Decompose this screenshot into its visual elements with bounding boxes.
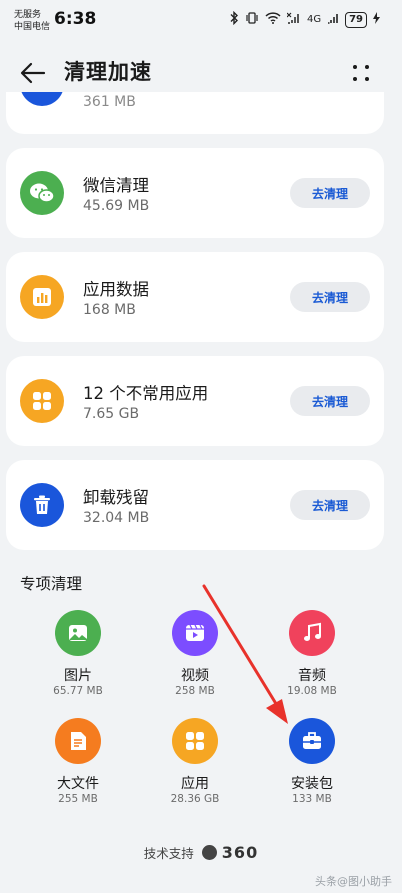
vibrate-icon: [245, 12, 259, 27]
signal-icon: [327, 12, 339, 27]
back-arrow-icon: [18, 62, 48, 92]
partial-card[interactable]: 361 MB: [6, 92, 384, 134]
card-name: 12 个不常用应用: [83, 384, 209, 403]
card-size: 7.65 GB: [83, 406, 140, 422]
status-icons: 4G 79: [229, 10, 380, 28]
special-item-name: 视频: [181, 668, 209, 684]
more-options-button[interactable]: [350, 62, 372, 84]
carrier-info: 无服务 中国电信: [14, 9, 50, 33]
section-title-special: 专项清理: [20, 575, 83, 593]
no-signal-icon: [286, 12, 301, 27]
status-time: 6:38: [54, 9, 97, 29]
clean-button[interactable]: 去清理: [290, 386, 370, 416]
card-uninstall-residue: 卸载残留 32.04 MB 去清理: [6, 460, 384, 550]
bluetooth-icon: [229, 10, 239, 28]
wifi-icon: [265, 12, 281, 27]
trash-icon: [20, 483, 64, 527]
status-bar: 无服务 中国电信 6:38 4G 79: [0, 0, 402, 42]
video-icon: [172, 610, 218, 656]
apps-grid-icon: [20, 379, 64, 423]
carrier-line-2: 中国电信: [14, 22, 51, 32]
360-ball-icon: [201, 845, 217, 860]
card-size: 32.04 MB: [83, 510, 150, 526]
card-size: 45.69 MB: [83, 198, 150, 214]
music-icon: [289, 610, 335, 656]
page-title: 清理加速: [64, 60, 152, 84]
special-item-name: 图片: [64, 668, 92, 684]
special-item-audio[interactable]: 音频 19.08 MB: [262, 610, 362, 705]
special-item-size: 258 MB: [175, 685, 215, 697]
special-item-name: 安装包: [291, 776, 333, 792]
wechat-icon: [20, 171, 64, 215]
special-item-size: 133 MB: [292, 793, 332, 805]
footer-label: 技术支持: [143, 846, 194, 861]
document-icon: [55, 718, 101, 764]
card-wechat-clean: 微信清理 45.69 MB 去清理: [6, 148, 384, 238]
card-name: 卸载残留: [83, 488, 149, 507]
package-icon: [289, 718, 335, 764]
card-app-data: 应用数据 168 MB 去清理: [6, 252, 384, 342]
carrier-line-1: 无服务: [14, 10, 42, 20]
clean-button[interactable]: 去清理: [290, 282, 370, 312]
special-item-name: 大文件: [57, 776, 99, 792]
watermark: 头条@图小助手: [315, 875, 392, 888]
special-item-size: 28.36 GB: [170, 793, 220, 805]
brand-360-logo: 360: [201, 843, 259, 862]
footer-support: 技术支持 360: [0, 843, 402, 862]
special-item-apps[interactable]: 应用 28.36 GB: [145, 718, 245, 813]
card-name: 应用数据: [83, 280, 149, 299]
special-item-size: 255 MB: [58, 793, 98, 805]
network-type: 4G: [306, 14, 322, 25]
special-item-packages[interactable]: 安装包 133 MB: [262, 718, 362, 813]
card-name: 微信清理: [83, 176, 149, 195]
special-item-images[interactable]: 图片 65.77 MB: [28, 610, 128, 705]
special-item-large-files[interactable]: 大文件 255 MB: [28, 718, 128, 813]
card-unused-apps: 12 个不常用应用 7.65 GB 去清理: [6, 356, 384, 446]
clean-button[interactable]: 去清理: [290, 490, 370, 520]
partial-card-size: 361 MB: [83, 94, 136, 110]
app-bar: 清理加速: [0, 52, 402, 92]
special-item-size: 65.77 MB: [53, 685, 103, 697]
clean-button[interactable]: 去清理: [290, 178, 370, 208]
more-dots-icon: [350, 65, 372, 88]
special-item-size: 19.08 MB: [287, 685, 337, 697]
apps-grid-icon: [172, 718, 218, 764]
special-item-videos[interactable]: 视频 258 MB: [145, 610, 245, 705]
partial-card-icon: [20, 92, 64, 106]
bar-chart-icon: [20, 275, 64, 319]
special-item-name: 音频: [298, 668, 326, 684]
back-button[interactable]: [18, 58, 48, 88]
image-icon: [55, 610, 101, 656]
brand-name: 360: [221, 843, 259, 862]
charging-icon: [373, 12, 380, 27]
special-item-name: 应用: [181, 776, 209, 792]
battery-level: 79: [345, 11, 367, 28]
card-size: 168 MB: [83, 302, 136, 318]
